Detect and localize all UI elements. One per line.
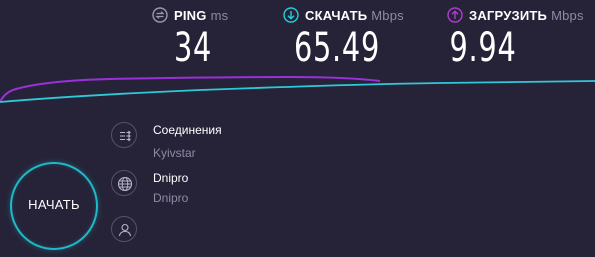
ping-unit: ms — [210, 8, 229, 23]
start-button-label: НАЧАТЬ — [28, 197, 80, 212]
speedtest-panel: PING ms 34 СКАЧАТЬ Mbps 65.49 ЗАГРУЗИТЬ Mbp… — [0, 0, 595, 257]
upload-metric: ЗАГРУЗИТЬ Mbps 9.94 — [447, 6, 584, 72]
start-button[interactable]: НАЧАТЬ — [10, 162, 98, 250]
download-label: СКАЧАТЬ — [305, 8, 368, 23]
ping-value: 34 — [173, 25, 213, 71]
user-icon[interactable] — [111, 216, 137, 242]
server-host[interactable]: Dnipro — [153, 191, 188, 205]
globe-icon — [111, 170, 137, 196]
speed-graph — [0, 75, 595, 103]
download-value: 65.49 — [293, 25, 381, 71]
connection-provider[interactable]: Kyivstar — [153, 146, 196, 160]
upload-unit: Mbps — [551, 8, 584, 23]
upload-arrow-icon — [447, 7, 463, 23]
connection-title: Соединения — [153, 123, 222, 137]
upload-label: ЗАГРУЗИТЬ — [469, 8, 548, 23]
download-unit: Mbps — [371, 8, 404, 23]
ping-icon — [152, 7, 168, 23]
download-metric: СКАЧАТЬ Mbps 65.49 — [283, 6, 404, 72]
download-graph-line — [0, 80, 595, 103]
server-city: Dnipro — [153, 171, 189, 185]
ping-label: PING — [174, 8, 207, 23]
ping-metric: PING ms 34 — [152, 6, 232, 72]
connections-icon — [111, 122, 137, 148]
download-arrow-icon — [283, 7, 299, 23]
upload-value: 9.94 — [449, 25, 517, 71]
